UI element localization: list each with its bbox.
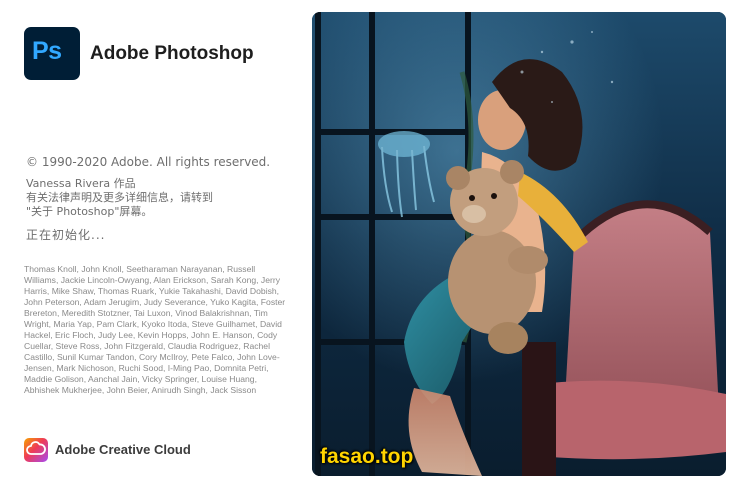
splash-artwork: fasao.top bbox=[312, 12, 726, 476]
watermark-text: fasao.top bbox=[320, 445, 414, 468]
logo-letters: Ps bbox=[32, 37, 62, 65]
artwork-illustration bbox=[312, 12, 726, 476]
splash-screen: Ps Adobe Photoshop © 1990-2020 Adobe. Al… bbox=[0, 0, 743, 487]
photoshop-logo-icon: Ps bbox=[24, 27, 80, 80]
loading-status: 正在初始化... bbox=[26, 228, 106, 242]
copyright-text: © 1990-2020 Adobe. All rights reserved. bbox=[26, 155, 271, 169]
credit-line-about: "关于 Photoshop"屏幕。 bbox=[26, 205, 153, 218]
credit-line-legal: 有关法律声明及更多详细信息，请转到 bbox=[26, 191, 213, 204]
contributors-list: Thomas Knoll, John Knoll, Seetharaman Na… bbox=[24, 264, 286, 395]
credit-line-artist: Vanessa Rivera 作品 bbox=[26, 177, 136, 190]
app-title: Adobe Photoshop bbox=[90, 43, 254, 64]
artwork-credit: Vanessa Rivera 作品 有关法律声明及更多详细信息，请转到 "关于 … bbox=[26, 177, 296, 219]
creative-cloud-icon bbox=[24, 438, 48, 462]
creative-cloud-label: Adobe Creative Cloud bbox=[55, 442, 191, 457]
info-panel: Ps Adobe Photoshop © 1990-2020 Adobe. Al… bbox=[0, 0, 300, 487]
